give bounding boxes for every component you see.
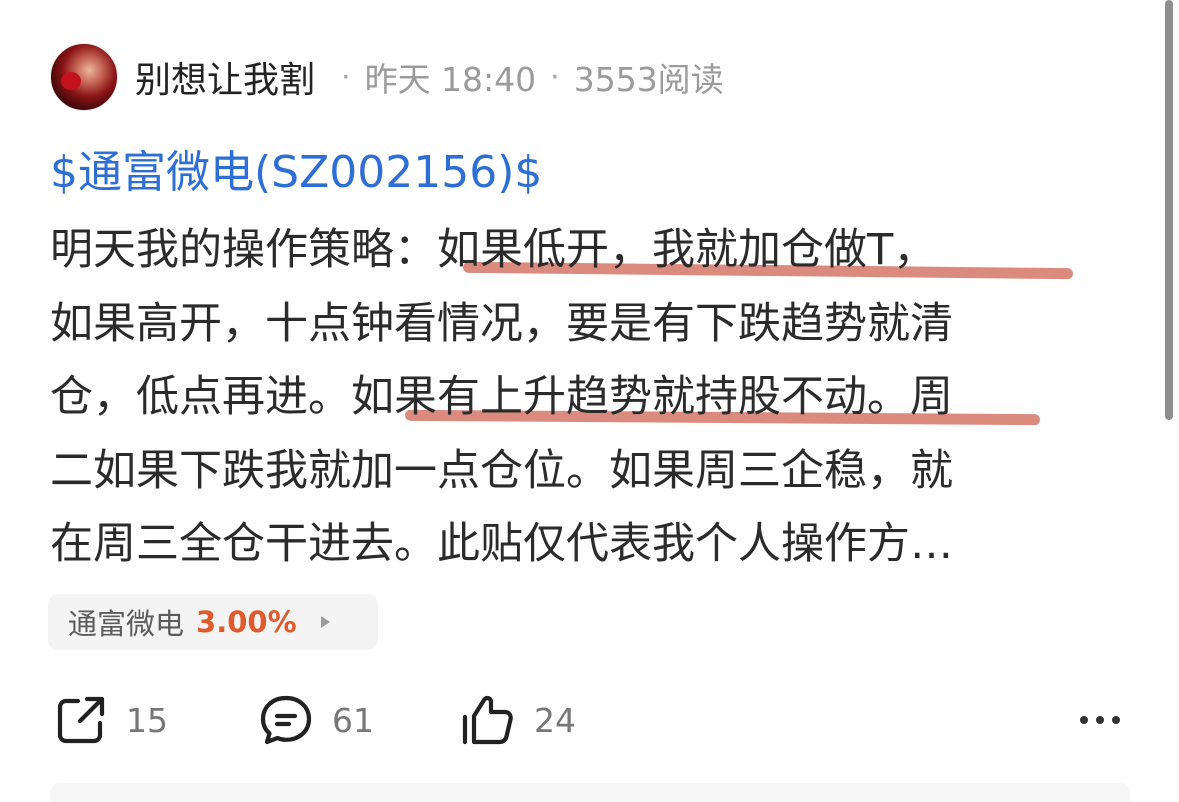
body-text: 周 xyxy=(910,372,953,422)
body-text: 二如果下跌我就加一点仓位。如果周三企稳，就 xyxy=(50,445,953,496)
read-count: 3553阅读 xyxy=(573,60,724,99)
stock-link[interactable]: $通富微电(SZ002156)$ xyxy=(50,142,542,204)
body-text: 仓，低点再进。 xyxy=(50,372,351,422)
more-button[interactable] xyxy=(1080,690,1120,750)
body-line: 在周三全仓干进去。此贴仅代表我个人操作方… xyxy=(50,508,1130,582)
thumbs-up-icon xyxy=(460,692,516,748)
meta-separator: · xyxy=(341,59,351,95)
comment-count: 61 xyxy=(332,700,374,740)
share-icon xyxy=(54,693,108,747)
body-text: 在周三全仓干进去。此贴仅代表我个人操作方… xyxy=(50,519,953,569)
scrollbar[interactable] xyxy=(1165,0,1173,420)
post-time: 昨天 18:40 xyxy=(364,60,537,99)
action-bar: 15 61 24 xyxy=(50,690,1130,750)
highlighted-text: 如果低开，我就加仓做T， xyxy=(437,225,937,275)
post-header: 别想让我割 · 昨天 18:40 · 3553阅读 xyxy=(50,43,724,111)
post-meta: · 昨天 18:40 · 3553阅读 xyxy=(327,53,724,101)
avatar[interactable] xyxy=(50,43,118,111)
like-button[interactable]: 24 xyxy=(460,690,576,750)
share-button[interactable]: 15 xyxy=(54,690,168,750)
share-count: 15 xyxy=(126,700,168,740)
stock-tag-name: 通富微电 xyxy=(68,607,185,641)
rose-icon xyxy=(61,72,81,90)
author-name[interactable]: 别想让我割 xyxy=(135,51,315,103)
body-text: 明天我的操作策略： xyxy=(50,225,437,275)
comment-icon xyxy=(258,692,314,748)
stock-tag[interactable]: 通富微电 3.00% xyxy=(48,594,378,650)
more-icon xyxy=(1080,716,1120,724)
body-line: 如果高开，十点钟看情况，要是有下跌趋势就清 xyxy=(50,288,1130,362)
comment-button[interactable]: 61 xyxy=(258,690,374,750)
body-text: 如果高开，十点钟看情况，要是有下跌趋势就清 xyxy=(50,298,953,349)
meta-separator: · xyxy=(550,59,560,95)
post-card: 别想让我割 · 昨天 18:40 · 3553阅读 $通富微电(SZ002156… xyxy=(0,0,1179,802)
body-line: 明天我的操作策略：如果低开，我就加仓做T， xyxy=(50,214,1130,288)
like-count: 24 xyxy=(534,700,576,740)
highlighted-text: 如果有上升趋势就持股不动。 xyxy=(351,372,910,422)
chevron-right-icon xyxy=(320,616,330,628)
body-line: 仓，低点再进。如果有上升趋势就持股不动。周 xyxy=(50,361,1130,435)
post-body[interactable]: 明天我的操作策略：如果低开，我就加仓做T， 如果高开，十点钟看情况，要是有下跌趋… xyxy=(50,214,1130,582)
body-line: 二如果下跌我就加一点仓位。如果周三企稳，就 xyxy=(50,435,1130,509)
stock-tag-change: 3.00% xyxy=(196,605,297,639)
next-card-edge xyxy=(50,783,1130,802)
